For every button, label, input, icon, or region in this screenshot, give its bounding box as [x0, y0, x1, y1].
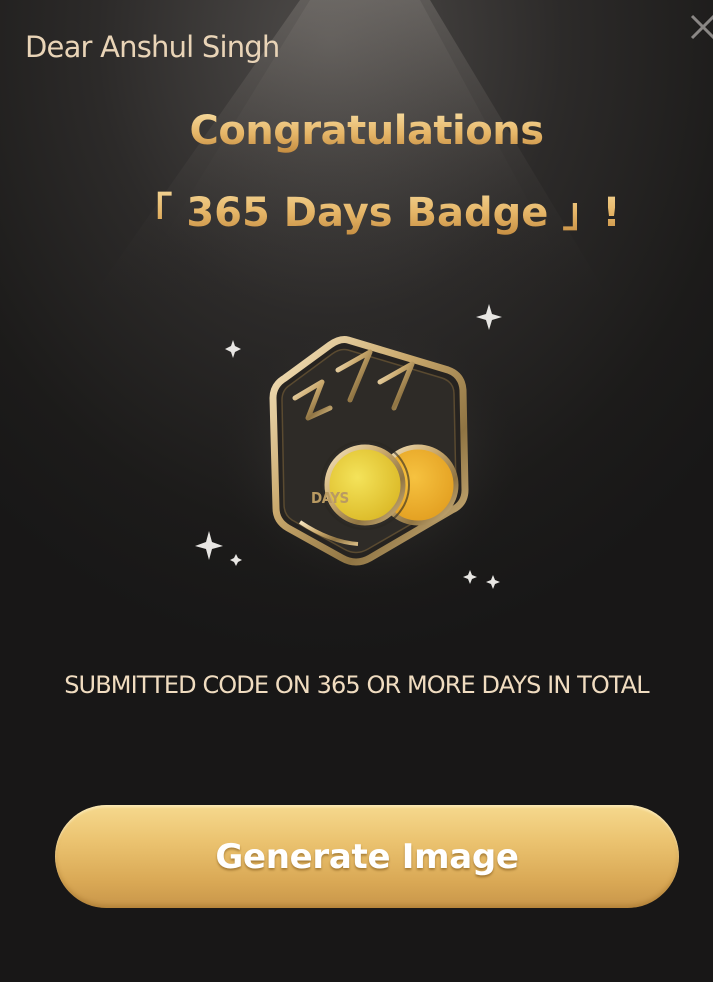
badge-description: SUBMITTED CODE ON 365 OR MORE DAYS IN TO…: [64, 671, 649, 699]
close-button[interactable]: [688, 12, 713, 42]
close-icon: [690, 14, 713, 40]
generate-image-label: Generate Image: [215, 836, 519, 877]
greeting-text: Dear Anshul Singh: [25, 30, 280, 64]
congratulations-title: Congratulations: [10, 108, 713, 154]
badge-name-title: 「 365 Days Badge 」!: [20, 180, 713, 238]
generate-image-button[interactable]: Generate Image: [55, 805, 679, 908]
badge-days-label: DAYS: [311, 489, 349, 507]
badge-award-dialog: Dear Anshul Singh Congratulations 「 365 …: [0, 0, 713, 982]
365-days-badge-icon: DAYS: [195, 304, 518, 595]
